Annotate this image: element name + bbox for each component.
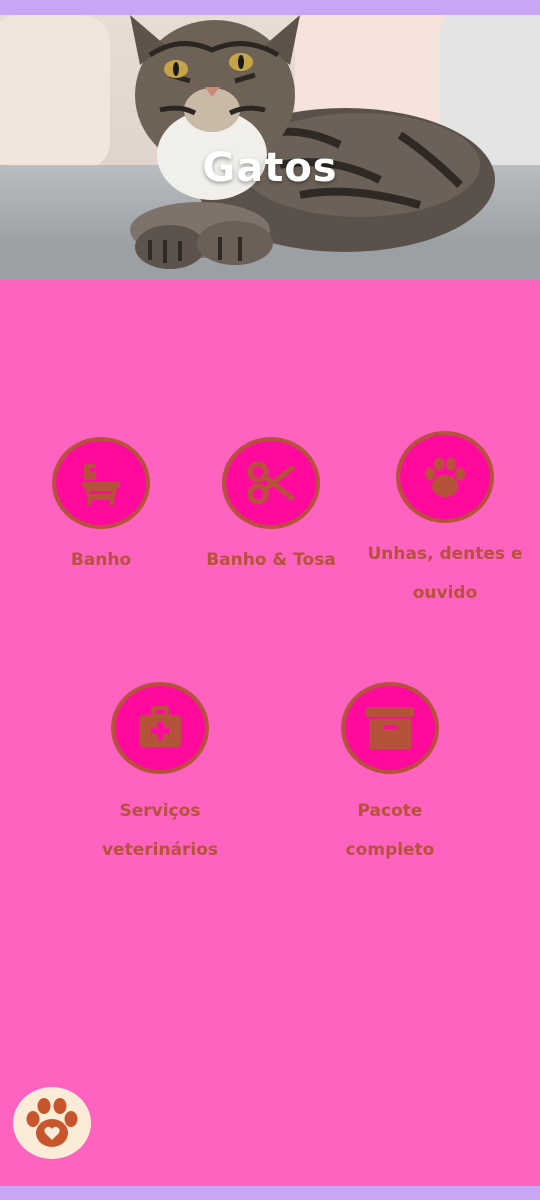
hero-banner: Gatos [0, 15, 540, 280]
service-banho[interactable]: Banho [11, 437, 191, 580]
bathtub-icon [82, 464, 120, 505]
service-label: Serviços veterinários [101, 801, 219, 860]
service-icon-circle [111, 682, 209, 774]
top-accent-bar [0, 0, 540, 15]
archive-box-icon [366, 707, 414, 749]
service-icon-circle [222, 437, 320, 529]
service-icon-circle [52, 437, 150, 529]
paw-fab-button[interactable] [13, 1087, 91, 1159]
service-pacote-completo[interactable]: Pacote completo [300, 682, 480, 870]
page-title: Gatos [202, 145, 338, 191]
service-veterinarios[interactable]: Serviços veterinários [70, 682, 250, 870]
service-label: Pacote completo [345, 801, 435, 860]
service-icon-circle [341, 682, 439, 774]
paw-heart-icon [26, 1098, 78, 1147]
paw-icon [425, 457, 465, 497]
service-icon-circle [396, 431, 494, 523]
bottom-accent-bar [0, 1186, 540, 1200]
service-label: Banho [70, 550, 132, 570]
service-label: Banho & Tosa [206, 550, 336, 570]
scissors-icon [247, 461, 295, 505]
service-unhas-dentes-ouvido[interactable]: Unhas, dentes e ouvido [355, 431, 535, 613]
service-banho-tosa[interactable]: Banho & Tosa [181, 437, 361, 580]
first-aid-kit-icon [139, 706, 181, 747]
service-label: Unhas, dentes e ouvido [367, 544, 523, 603]
